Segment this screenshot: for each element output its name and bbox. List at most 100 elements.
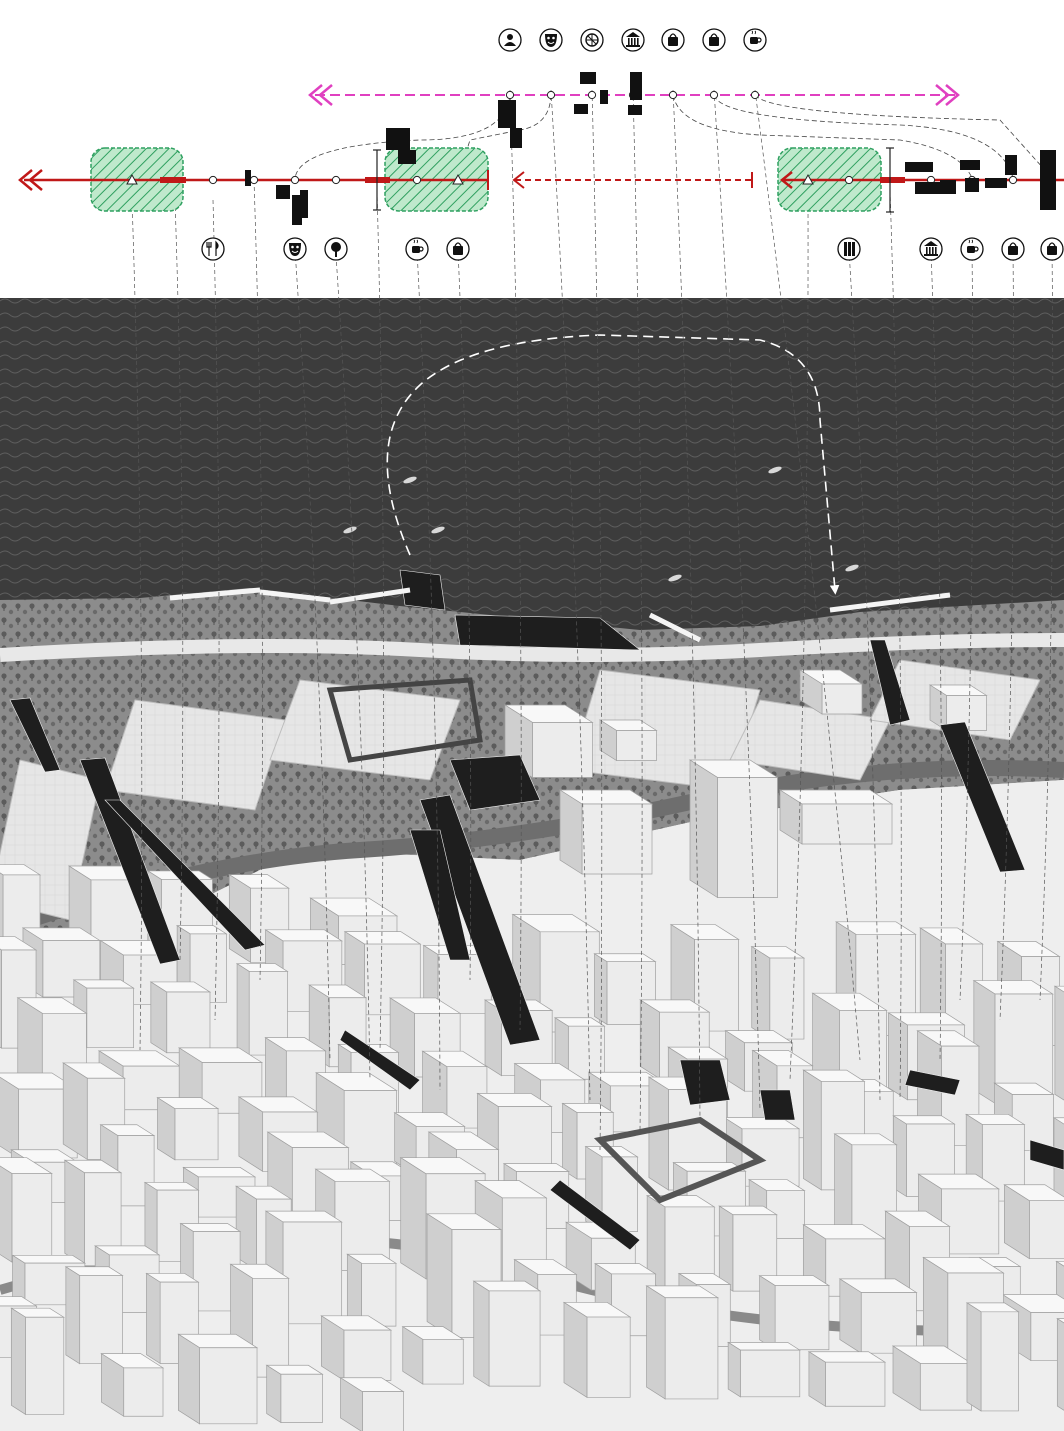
coffee-cup-icon	[960, 237, 984, 261]
building-side	[10, 1307, 26, 1416]
building-front	[123, 1367, 164, 1417]
building-front	[25, 1316, 65, 1415]
shopping-bag-icon	[1001, 237, 1025, 261]
building-front	[567, 1025, 605, 1080]
museum-column	[935, 247, 937, 254]
building-footprint	[940, 180, 956, 194]
building-side	[922, 1256, 949, 1362]
building	[64, 1266, 124, 1365]
building-side	[563, 1301, 588, 1398]
building	[645, 1285, 720, 1400]
building-front	[86, 987, 134, 1049]
building	[891, 1345, 973, 1411]
building	[10, 1307, 66, 1416]
diagram-stage	[0, 0, 1064, 1431]
building	[778, 789, 894, 845]
museum-column	[926, 247, 928, 254]
building-side	[0, 872, 4, 947]
route-node	[290, 175, 300, 185]
coffee-cup-icon	[405, 237, 429, 261]
building-front	[362, 1391, 404, 1431]
book-spine	[852, 242, 855, 256]
building-front	[919, 1363, 972, 1411]
route-node	[587, 90, 597, 100]
tree-crown	[331, 242, 341, 252]
building-side	[751, 945, 771, 1040]
building-side	[62, 1062, 88, 1161]
route-node	[505, 90, 515, 100]
building	[320, 1315, 393, 1382]
museum-base	[626, 45, 640, 47]
coffee-cup-icon	[743, 28, 767, 52]
bag-body	[709, 37, 719, 46]
building	[100, 1352, 165, 1417]
building	[965, 1302, 1020, 1412]
building	[346, 1253, 398, 1327]
museum-icon	[919, 237, 943, 261]
theatre-mask-icon	[539, 28, 563, 52]
building-footprint	[574, 104, 588, 114]
building	[598, 719, 658, 762]
library-books-icon	[837, 237, 861, 261]
building-footprint	[580, 72, 596, 84]
route-node	[412, 175, 422, 185]
building	[558, 789, 654, 875]
museum-base	[924, 254, 938, 256]
building-front	[174, 1108, 219, 1161]
route-node	[668, 90, 678, 100]
building-front	[280, 1373, 323, 1423]
building-side	[346, 1253, 362, 1327]
building-front	[769, 957, 805, 1040]
museum-column	[628, 38, 630, 45]
building-front	[860, 1292, 917, 1354]
building-front	[739, 1349, 801, 1398]
museum-column	[634, 38, 636, 45]
building-front	[11, 1173, 53, 1263]
route-node	[249, 175, 259, 185]
route-node	[331, 175, 341, 185]
route-node	[844, 175, 854, 185]
shopping-bag-icon	[661, 28, 685, 52]
building-side	[1054, 985, 1064, 1101]
building-side	[888, 1012, 908, 1101]
building	[807, 1351, 887, 1407]
tourist-guide-icon	[498, 28, 522, 52]
building-side	[718, 1205, 734, 1292]
plaza-block	[104, 699, 286, 811]
building-side	[0, 1165, 13, 1263]
building-footprint	[1040, 150, 1056, 210]
mask-eye	[547, 36, 550, 40]
museum-column	[631, 38, 633, 45]
building-side	[689, 759, 718, 899]
building-side	[177, 1333, 200, 1425]
building	[0, 1157, 53, 1263]
building	[472, 1280, 542, 1387]
building	[265, 1364, 324, 1424]
building-front	[801, 803, 893, 845]
building-footprint	[965, 178, 979, 192]
building	[1056, 1318, 1064, 1411]
theatre-mask-icon	[283, 237, 307, 261]
bag-body	[453, 246, 463, 255]
building-side	[157, 1096, 176, 1161]
building-front	[252, 1277, 290, 1378]
building-side	[803, 1069, 822, 1191]
building-front	[586, 1316, 631, 1398]
building-front	[199, 1347, 258, 1425]
shopping-bag-icon	[702, 28, 726, 52]
building-side	[559, 789, 583, 875]
building-footprint	[398, 150, 416, 164]
building	[149, 981, 212, 1054]
building-side	[646, 1285, 666, 1400]
building-side	[64, 1159, 85, 1267]
building-side	[562, 1102, 578, 1180]
building	[750, 945, 806, 1040]
route-node	[750, 90, 760, 100]
building-front	[616, 730, 657, 761]
park-tree-icon	[324, 237, 348, 261]
sports-ball-icon	[580, 28, 604, 52]
building-front	[282, 1221, 343, 1325]
building-front	[774, 1285, 830, 1351]
mask-eye	[552, 36, 555, 40]
building-front	[821, 683, 863, 715]
